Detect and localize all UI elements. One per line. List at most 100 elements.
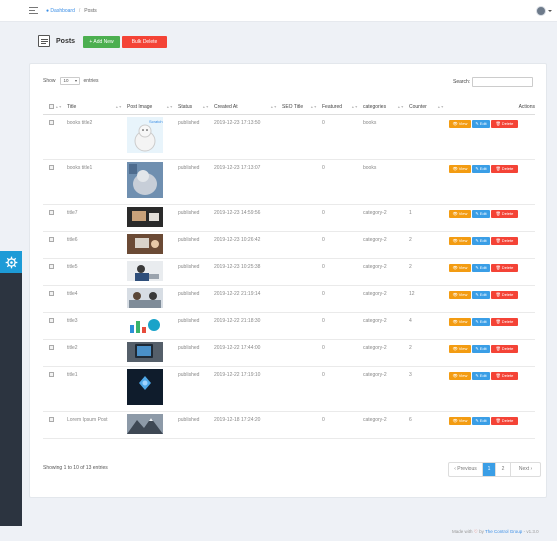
user-avatar[interactable] — [536, 6, 546, 16]
post-category: category-2 — [361, 258, 407, 286]
table-row: title1 published 2019-12-22 17:19:10 0 categ… — [43, 366, 535, 412]
delete-button[interactable]: 🗑 Delete — [491, 119, 518, 128]
post-title: title6 — [65, 231, 125, 259]
view-button[interactable]: 👁 View — [449, 119, 471, 128]
breadcrumb-home[interactable]: ● Dashboard — [46, 8, 75, 14]
row-checkbox[interactable] — [49, 209, 54, 215]
table-row: title4 published 2019-12-22 21:19:14 0 categ… — [43, 285, 535, 313]
select-all-checkbox[interactable] — [49, 103, 54, 109]
table-body: books title2 Scratch published 2019-12-23 1… — [43, 114, 535, 439]
table-row: title2 published 2019-12-22 17:44:00 0 categ… — [43, 339, 535, 367]
delete-button[interactable]: 🗑 Delete — [491, 236, 518, 245]
bulk-delete-button[interactable]: Bulk Delete — [122, 36, 167, 48]
sort-arrows-icon[interactable]: ▲▼ — [397, 105, 404, 109]
row-checkbox[interactable] — [49, 290, 54, 296]
post-status: published — [176, 159, 212, 205]
post-image — [127, 287, 163, 308]
edit-button[interactable]: ✎ Edit — [472, 164, 490, 173]
post-counter — [407, 159, 447, 205]
settings-gear-icon[interactable] — [0, 251, 22, 273]
entries-length-select[interactable]: 10 — [59, 77, 80, 85]
post-featured: 0 — [320, 285, 361, 313]
edit-button[interactable]: ✎ Edit — [472, 371, 490, 380]
column-header: Actions — [447, 101, 535, 115]
column-header[interactable]: Created At ▲▼ — [212, 101, 280, 115]
column-header[interactable]: Post Image ▲▼ — [125, 101, 176, 115]
edit-button[interactable]: ✎ Edit — [472, 209, 490, 218]
pagination-page-1[interactable]: 1 — [483, 463, 496, 476]
row-checkbox[interactable] — [49, 371, 54, 377]
post-category: category-2 — [361, 231, 407, 259]
post-category: category-2 — [361, 285, 407, 313]
sort-arrows-icon[interactable]: ▲▼ — [310, 105, 317, 109]
post-seo-title — [280, 258, 320, 286]
row-checkbox[interactable] — [49, 263, 54, 269]
view-button[interactable]: 👁 View — [449, 371, 471, 380]
sort-arrows-icon[interactable]: ▲▼ — [166, 105, 173, 109]
view-button[interactable]: 👁 View — [449, 263, 471, 272]
search-input[interactable] — [472, 77, 534, 87]
delete-button[interactable]: 🗑 Delete — [491, 317, 518, 326]
view-button[interactable]: 👁 View — [449, 290, 471, 299]
post-title: title3 — [65, 312, 125, 340]
delete-button[interactable]: 🗑 Delete — [491, 416, 518, 425]
row-checkbox[interactable] — [49, 119, 54, 125]
delete-button[interactable]: 🗑 Delete — [491, 263, 518, 272]
edit-button[interactable]: ✎ Edit — [472, 416, 490, 425]
column-header[interactable]: Featured ▲▼ — [320, 101, 361, 115]
delete-button[interactable]: 🗑 Delete — [491, 164, 518, 173]
pagination-page-2[interactable]: 2 — [496, 463, 511, 476]
column-header[interactable]: Counter ▲▼ — [407, 101, 447, 115]
column-header[interactable]: categories ▲▼ — [361, 101, 407, 115]
post-category: category-2 — [361, 411, 407, 439]
edit-button[interactable]: ✎ Edit — [472, 344, 490, 353]
column-header[interactable]: Title ▲▼ — [65, 101, 125, 115]
sort-arrows-icon[interactable]: ▲▼ — [115, 105, 122, 109]
delete-button[interactable]: 🗑 Delete — [491, 344, 518, 353]
edit-button[interactable]: ✎ Edit — [472, 236, 490, 245]
row-checkbox[interactable] — [49, 317, 54, 323]
post-featured: 0 — [320, 258, 361, 286]
post-category: category-2 — [361, 339, 407, 367]
view-button[interactable]: 👁 View — [449, 317, 471, 326]
sort-arrows-icon[interactable]: ▲▼ — [437, 105, 444, 109]
post-counter: 3 — [407, 366, 447, 412]
view-button[interactable]: 👁 View — [449, 416, 471, 425]
delete-button[interactable]: 🗑 Delete — [491, 209, 518, 218]
column-header[interactable]: Status ▲▼ — [176, 101, 212, 115]
post-counter: 12 — [407, 285, 447, 313]
sort-arrows-icon[interactable]: ▲▼ — [202, 105, 209, 109]
brand-link[interactable]: The Control Group — [485, 529, 522, 534]
post-image — [127, 413, 163, 434]
post-category: category-2 — [361, 312, 407, 340]
row-checkbox[interactable] — [49, 236, 54, 242]
row-checkbox[interactable] — [49, 416, 54, 422]
post-title: books title2 — [65, 114, 125, 160]
view-button[interactable]: 👁 View — [449, 236, 471, 245]
sort-arrows-icon[interactable]: ▲▼ — [270, 105, 277, 109]
sort-arrows-icon[interactable]: ▲▼ — [55, 105, 62, 109]
post-created-at: 2019-12-22 21:19:14 — [212, 285, 280, 313]
pagination-previous[interactable]: ‹ Previous — [449, 463, 483, 476]
row-checkbox[interactable] — [49, 344, 54, 350]
post-created-at: 2019-12-23 17:13:50 — [212, 114, 280, 160]
column-header[interactable]: SEO Title ▲▼ — [280, 101, 320, 115]
chevron-down-icon[interactable] — [548, 10, 552, 12]
edit-button[interactable]: ✎ Edit — [472, 119, 490, 128]
post-seo-title — [280, 366, 320, 412]
sort-arrows-icon[interactable]: ▲▼ — [351, 105, 358, 109]
edit-button[interactable]: ✎ Edit — [472, 263, 490, 272]
view-button[interactable]: 👁 View — [449, 164, 471, 173]
add-new-button[interactable]: + Add New — [83, 36, 120, 48]
post-featured: 0 — [320, 114, 361, 160]
view-button[interactable]: 👁 View — [449, 209, 471, 218]
row-checkbox[interactable] — [49, 164, 54, 170]
delete-button[interactable]: 🗑 Delete — [491, 290, 518, 299]
delete-button[interactable]: 🗑 Delete — [491, 371, 518, 380]
edit-button[interactable]: ✎ Edit — [472, 290, 490, 299]
pagination-next[interactable]: Next › — [511, 463, 540, 476]
menu-toggle-icon[interactable] — [29, 7, 38, 14]
view-button[interactable]: 👁 View — [449, 344, 471, 353]
post-featured: 0 — [320, 366, 361, 412]
edit-button[interactable]: ✎ Edit — [472, 317, 490, 326]
